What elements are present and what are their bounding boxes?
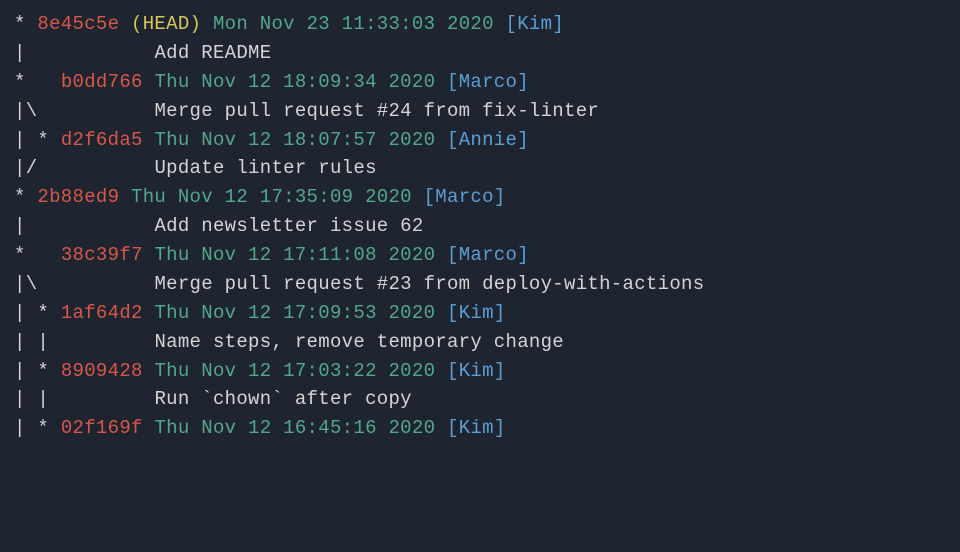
graph-segment: | * xyxy=(14,360,61,382)
commit-date: Mon Nov 23 11:33:03 2020 xyxy=(213,13,494,35)
commit-message: Merge pull request #24 from fix-linter xyxy=(154,100,599,122)
bracket-close: ] xyxy=(517,244,529,266)
commit-line: * 38c39f7 Thu Nov 12 17:11:08 2020 [Marc… xyxy=(14,241,946,270)
commit-message: Merge pull request #23 from deploy-with-… xyxy=(154,273,704,295)
commit-message-line: | | Run `chown` after copy xyxy=(14,385,946,414)
graph-segment: * xyxy=(14,71,61,93)
commit-line: * 2b88ed9 Thu Nov 12 17:35:09 2020 [Marc… xyxy=(14,183,946,212)
commit-date: Thu Nov 12 17:11:08 2020 xyxy=(154,244,435,266)
graph-segment: | * xyxy=(14,129,61,151)
commit-author: Marco xyxy=(459,244,518,266)
commit-hash: 8e45c5e xyxy=(37,13,119,35)
commit-message: Name steps, remove temporary change xyxy=(154,331,564,353)
commit-date: Thu Nov 12 18:09:34 2020 xyxy=(154,71,435,93)
commit-message-line: |\ Merge pull request #24 from fix-linte… xyxy=(14,97,946,126)
commit-line: * b0dd766 Thu Nov 12 18:09:34 2020 [Marc… xyxy=(14,68,946,97)
commit-message: Update linter rules xyxy=(154,157,376,179)
graph-segment: | * xyxy=(14,417,61,439)
commit-line: | * 8909428 Thu Nov 12 17:03:22 2020 [Ki… xyxy=(14,357,946,386)
commit-message: Run `chown` after copy xyxy=(154,388,411,410)
commit-author: Annie xyxy=(459,129,518,151)
commit-line: * 8e45c5e (HEAD) Mon Nov 23 11:33:03 202… xyxy=(14,10,946,39)
commit-author: Marco xyxy=(459,71,518,93)
commit-message: Add README xyxy=(154,42,271,64)
bracket-close: ] xyxy=(494,417,506,439)
commit-date: Thu Nov 12 16:45:16 2020 xyxy=(154,417,435,439)
bracket-close: ] xyxy=(552,13,564,35)
commit-hash: b0dd766 xyxy=(61,71,143,93)
graph-segment: * xyxy=(14,244,61,266)
commit-hash: 02f169f xyxy=(61,417,143,439)
commit-line: | * 1af64d2 Thu Nov 12 17:09:53 2020 [Ki… xyxy=(14,299,946,328)
commit-message: Add newsletter issue 62 xyxy=(154,215,423,237)
commit-author: Kim xyxy=(459,417,494,439)
graph-segment: | xyxy=(14,42,154,64)
bracket-close: ] xyxy=(494,186,506,208)
bracket-close: ] xyxy=(494,302,506,324)
bracket-open: [ xyxy=(424,186,436,208)
graph-segment: * xyxy=(14,186,37,208)
commit-author: Kim xyxy=(517,13,552,35)
commit-hash: 38c39f7 xyxy=(61,244,143,266)
commit-line: | * 02f169f Thu Nov 12 16:45:16 2020 [Ki… xyxy=(14,414,946,443)
graph-segment: | xyxy=(14,215,154,237)
graph-segment: |\ xyxy=(14,273,154,295)
commit-message-line: | Add newsletter issue 62 xyxy=(14,212,946,241)
bracket-open: [ xyxy=(447,360,459,382)
graph-segment: | | xyxy=(14,388,154,410)
graph-segment: * xyxy=(14,13,37,35)
commit-message-line: | | Name steps, remove temporary change xyxy=(14,328,946,357)
commit-date: Thu Nov 12 18:07:57 2020 xyxy=(154,129,435,151)
commit-hash: d2f6da5 xyxy=(61,129,143,151)
commit-author: Marco xyxy=(435,186,494,208)
bracket-open: [ xyxy=(506,13,518,35)
commit-line: | * d2f6da5 Thu Nov 12 18:07:57 2020 [An… xyxy=(14,126,946,155)
commit-hash: 2b88ed9 xyxy=(37,186,119,208)
commit-author: Kim xyxy=(459,302,494,324)
commit-date: Thu Nov 12 17:03:22 2020 xyxy=(154,360,435,382)
bracket-open: [ xyxy=(447,129,459,151)
bracket-open: [ xyxy=(447,302,459,324)
bracket-open: [ xyxy=(447,244,459,266)
commit-author: Kim xyxy=(459,360,494,382)
commit-hash: 8909428 xyxy=(61,360,143,382)
graph-segment: |\ xyxy=(14,100,154,122)
commit-date: Thu Nov 12 17:35:09 2020 xyxy=(131,186,412,208)
graph-segment: |/ xyxy=(14,157,154,179)
commit-message-line: |\ Merge pull request #23 from deploy-wi… xyxy=(14,270,946,299)
bracket-open: [ xyxy=(447,71,459,93)
git-log-output: * 8e45c5e (HEAD) Mon Nov 23 11:33:03 202… xyxy=(14,10,946,443)
commit-message-line: | Add README xyxy=(14,39,946,68)
graph-segment: | * xyxy=(14,302,61,324)
bracket-close: ] xyxy=(517,71,529,93)
bracket-close: ] xyxy=(517,129,529,151)
commit-hash: 1af64d2 xyxy=(61,302,143,324)
commit-date: Thu Nov 12 17:09:53 2020 xyxy=(154,302,435,324)
graph-segment: | | xyxy=(14,331,154,353)
head-ref: (HEAD) xyxy=(131,13,201,35)
bracket-open: [ xyxy=(447,417,459,439)
bracket-close: ] xyxy=(494,360,506,382)
commit-message-line: |/ Update linter rules xyxy=(14,154,946,183)
